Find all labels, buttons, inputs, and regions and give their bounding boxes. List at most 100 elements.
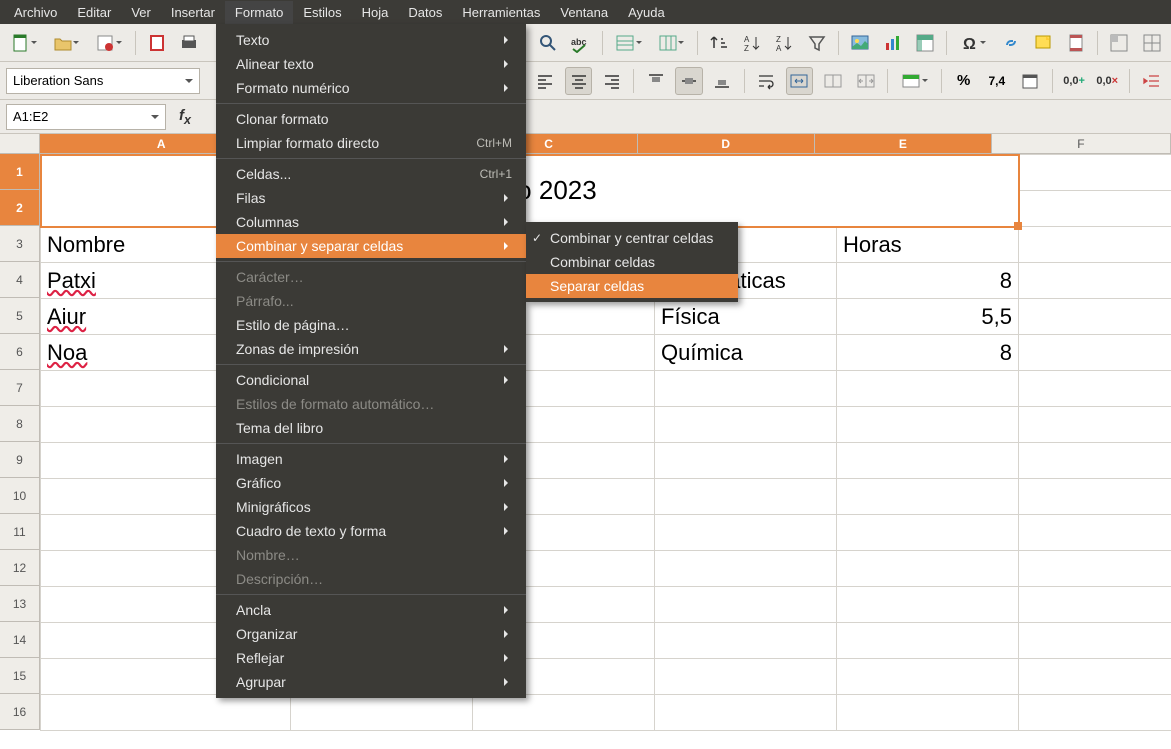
row-header-2[interactable]: 2 (0, 190, 40, 226)
print-button[interactable] (176, 29, 203, 57)
comment-button[interactable] (1030, 29, 1057, 57)
valign-bottom-button[interactable] (709, 67, 736, 95)
spellcheck-button[interactable]: abc (567, 29, 594, 57)
cell[interactable] (655, 659, 837, 695)
cell-hours[interactable]: 8 (837, 263, 1019, 299)
menu-item[interactable]: Clonar formato (216, 107, 526, 131)
row-header-6[interactable]: 6 (0, 334, 40, 370)
cell[interactable] (1019, 443, 1171, 479)
col-header-F[interactable]: F (992, 134, 1171, 154)
menu-estilos[interactable]: Estilos (293, 1, 351, 24)
sort-asc-button[interactable] (706, 29, 733, 57)
menu-item[interactable]: Ancla (216, 598, 526, 622)
remove-decimal-button[interactable]: 0,0× (1094, 67, 1121, 95)
menu-item[interactable]: Combinar y separar celdas (216, 234, 526, 258)
menu-item[interactable]: Reflejar (216, 646, 526, 670)
submenu-item[interactable]: Combinar y centrar celdas (526, 226, 738, 250)
menu-item[interactable]: Celdas...Ctrl+1 (216, 162, 526, 186)
cell[interactable] (655, 515, 837, 551)
cell[interactable] (1019, 371, 1171, 407)
row-header-14[interactable]: 14 (0, 622, 40, 658)
menu-item[interactable]: Tema del libro (216, 416, 526, 440)
cell[interactable] (1019, 515, 1171, 551)
insert-image-button[interactable] (847, 29, 874, 57)
wrap-text-button[interactable] (753, 67, 780, 95)
menu-item[interactable]: Estilo de página… (216, 313, 526, 337)
cell[interactable] (1019, 551, 1171, 587)
insert-pivot-button[interactable] (912, 29, 939, 57)
row-header-3[interactable]: 3 (0, 226, 40, 262)
cell[interactable] (655, 407, 837, 443)
cell[interactable] (1019, 587, 1171, 623)
merge-cells-button[interactable] (786, 67, 813, 95)
currency-button[interactable]: % (950, 67, 977, 95)
menu-item[interactable]: Limpiar formato directoCtrl+M (216, 131, 526, 155)
row-header-10[interactable]: 10 (0, 478, 40, 514)
autofilter-button[interactable] (803, 29, 830, 57)
cell[interactable] (41, 695, 291, 731)
cell[interactable] (1019, 479, 1171, 515)
valign-top-button[interactable] (642, 67, 669, 95)
cell[interactable] (655, 443, 837, 479)
row-header-5[interactable]: 5 (0, 298, 40, 334)
menu-item[interactable]: Alinear texto (216, 52, 526, 76)
menu-herramientas[interactable]: Herramientas (452, 1, 550, 24)
menu-ventana[interactable]: Ventana (550, 1, 618, 24)
cell[interactable] (1019, 335, 1171, 371)
cell[interactable] (655, 479, 837, 515)
valign-middle-button[interactable] (675, 67, 702, 95)
title-cell[interactable]: émico 2023 (41, 155, 1019, 227)
cell[interactable] (837, 443, 1019, 479)
cell[interactable] (837, 371, 1019, 407)
sort-button[interactable]: AZ (738, 29, 765, 57)
cell[interactable] (1019, 299, 1171, 335)
cell[interactable] (655, 551, 837, 587)
cell[interactable] (837, 695, 1019, 731)
col-header-E[interactable]: E (815, 134, 992, 154)
insert-chart-button[interactable] (879, 29, 906, 57)
menu-hoja[interactable]: Hoja (352, 1, 399, 24)
row-button[interactable] (610, 29, 646, 57)
row-header-15[interactable]: 15 (0, 658, 40, 694)
menu-ver[interactable]: Ver (121, 1, 161, 24)
menu-item[interactable]: Zonas de impresión (216, 337, 526, 361)
menu-formato[interactable]: Formato (225, 1, 293, 24)
unmerge-button[interactable] (819, 67, 846, 95)
cell[interactable] (837, 551, 1019, 587)
cell[interactable] (837, 515, 1019, 551)
menu-insertar[interactable]: Insertar (161, 1, 225, 24)
cell[interactable] (1019, 695, 1171, 731)
cell[interactable] (1019, 227, 1171, 263)
cell[interactable] (1019, 659, 1171, 695)
submenu-item[interactable]: Combinar celdas (526, 250, 738, 274)
menu-datos[interactable]: Datos (398, 1, 452, 24)
row-header-16[interactable]: 16 (0, 694, 40, 730)
cell[interactable] (837, 587, 1019, 623)
menu-item[interactable]: Filas (216, 186, 526, 210)
menu-item[interactable]: Organizar (216, 622, 526, 646)
row-header-4[interactable]: 4 (0, 262, 40, 298)
row-header-11[interactable]: 11 (0, 514, 40, 550)
cell-hours[interactable]: 8 (837, 335, 1019, 371)
sort-desc-button[interactable]: ZA (771, 29, 798, 57)
cell[interactable] (1019, 191, 1171, 227)
cell-reference-input[interactable]: A1:E2 (6, 104, 166, 130)
add-decimal-button[interactable]: 0,0+ (1061, 67, 1088, 95)
menu-item[interactable]: Agrupar (216, 670, 526, 694)
cell[interactable] (1019, 623, 1171, 659)
cell[interactable] (473, 695, 655, 731)
cell[interactable] (291, 695, 473, 731)
cell[interactable] (1019, 407, 1171, 443)
header-footer-button[interactable] (1062, 29, 1089, 57)
row-header-9[interactable]: 9 (0, 442, 40, 478)
align-left-button[interactable] (532, 67, 559, 95)
cell-style-button[interactable] (896, 67, 933, 95)
cell[interactable] (1019, 263, 1171, 299)
align-center-button[interactable] (565, 67, 592, 95)
pdf-button[interactable] (143, 29, 170, 57)
indent-button[interactable] (1138, 67, 1165, 95)
menu-item[interactable]: Columnas (216, 210, 526, 234)
submenu-item[interactable]: Separar celdas (526, 274, 738, 298)
special-char-button[interactable]: Ω (955, 29, 991, 57)
cell[interactable] (837, 479, 1019, 515)
